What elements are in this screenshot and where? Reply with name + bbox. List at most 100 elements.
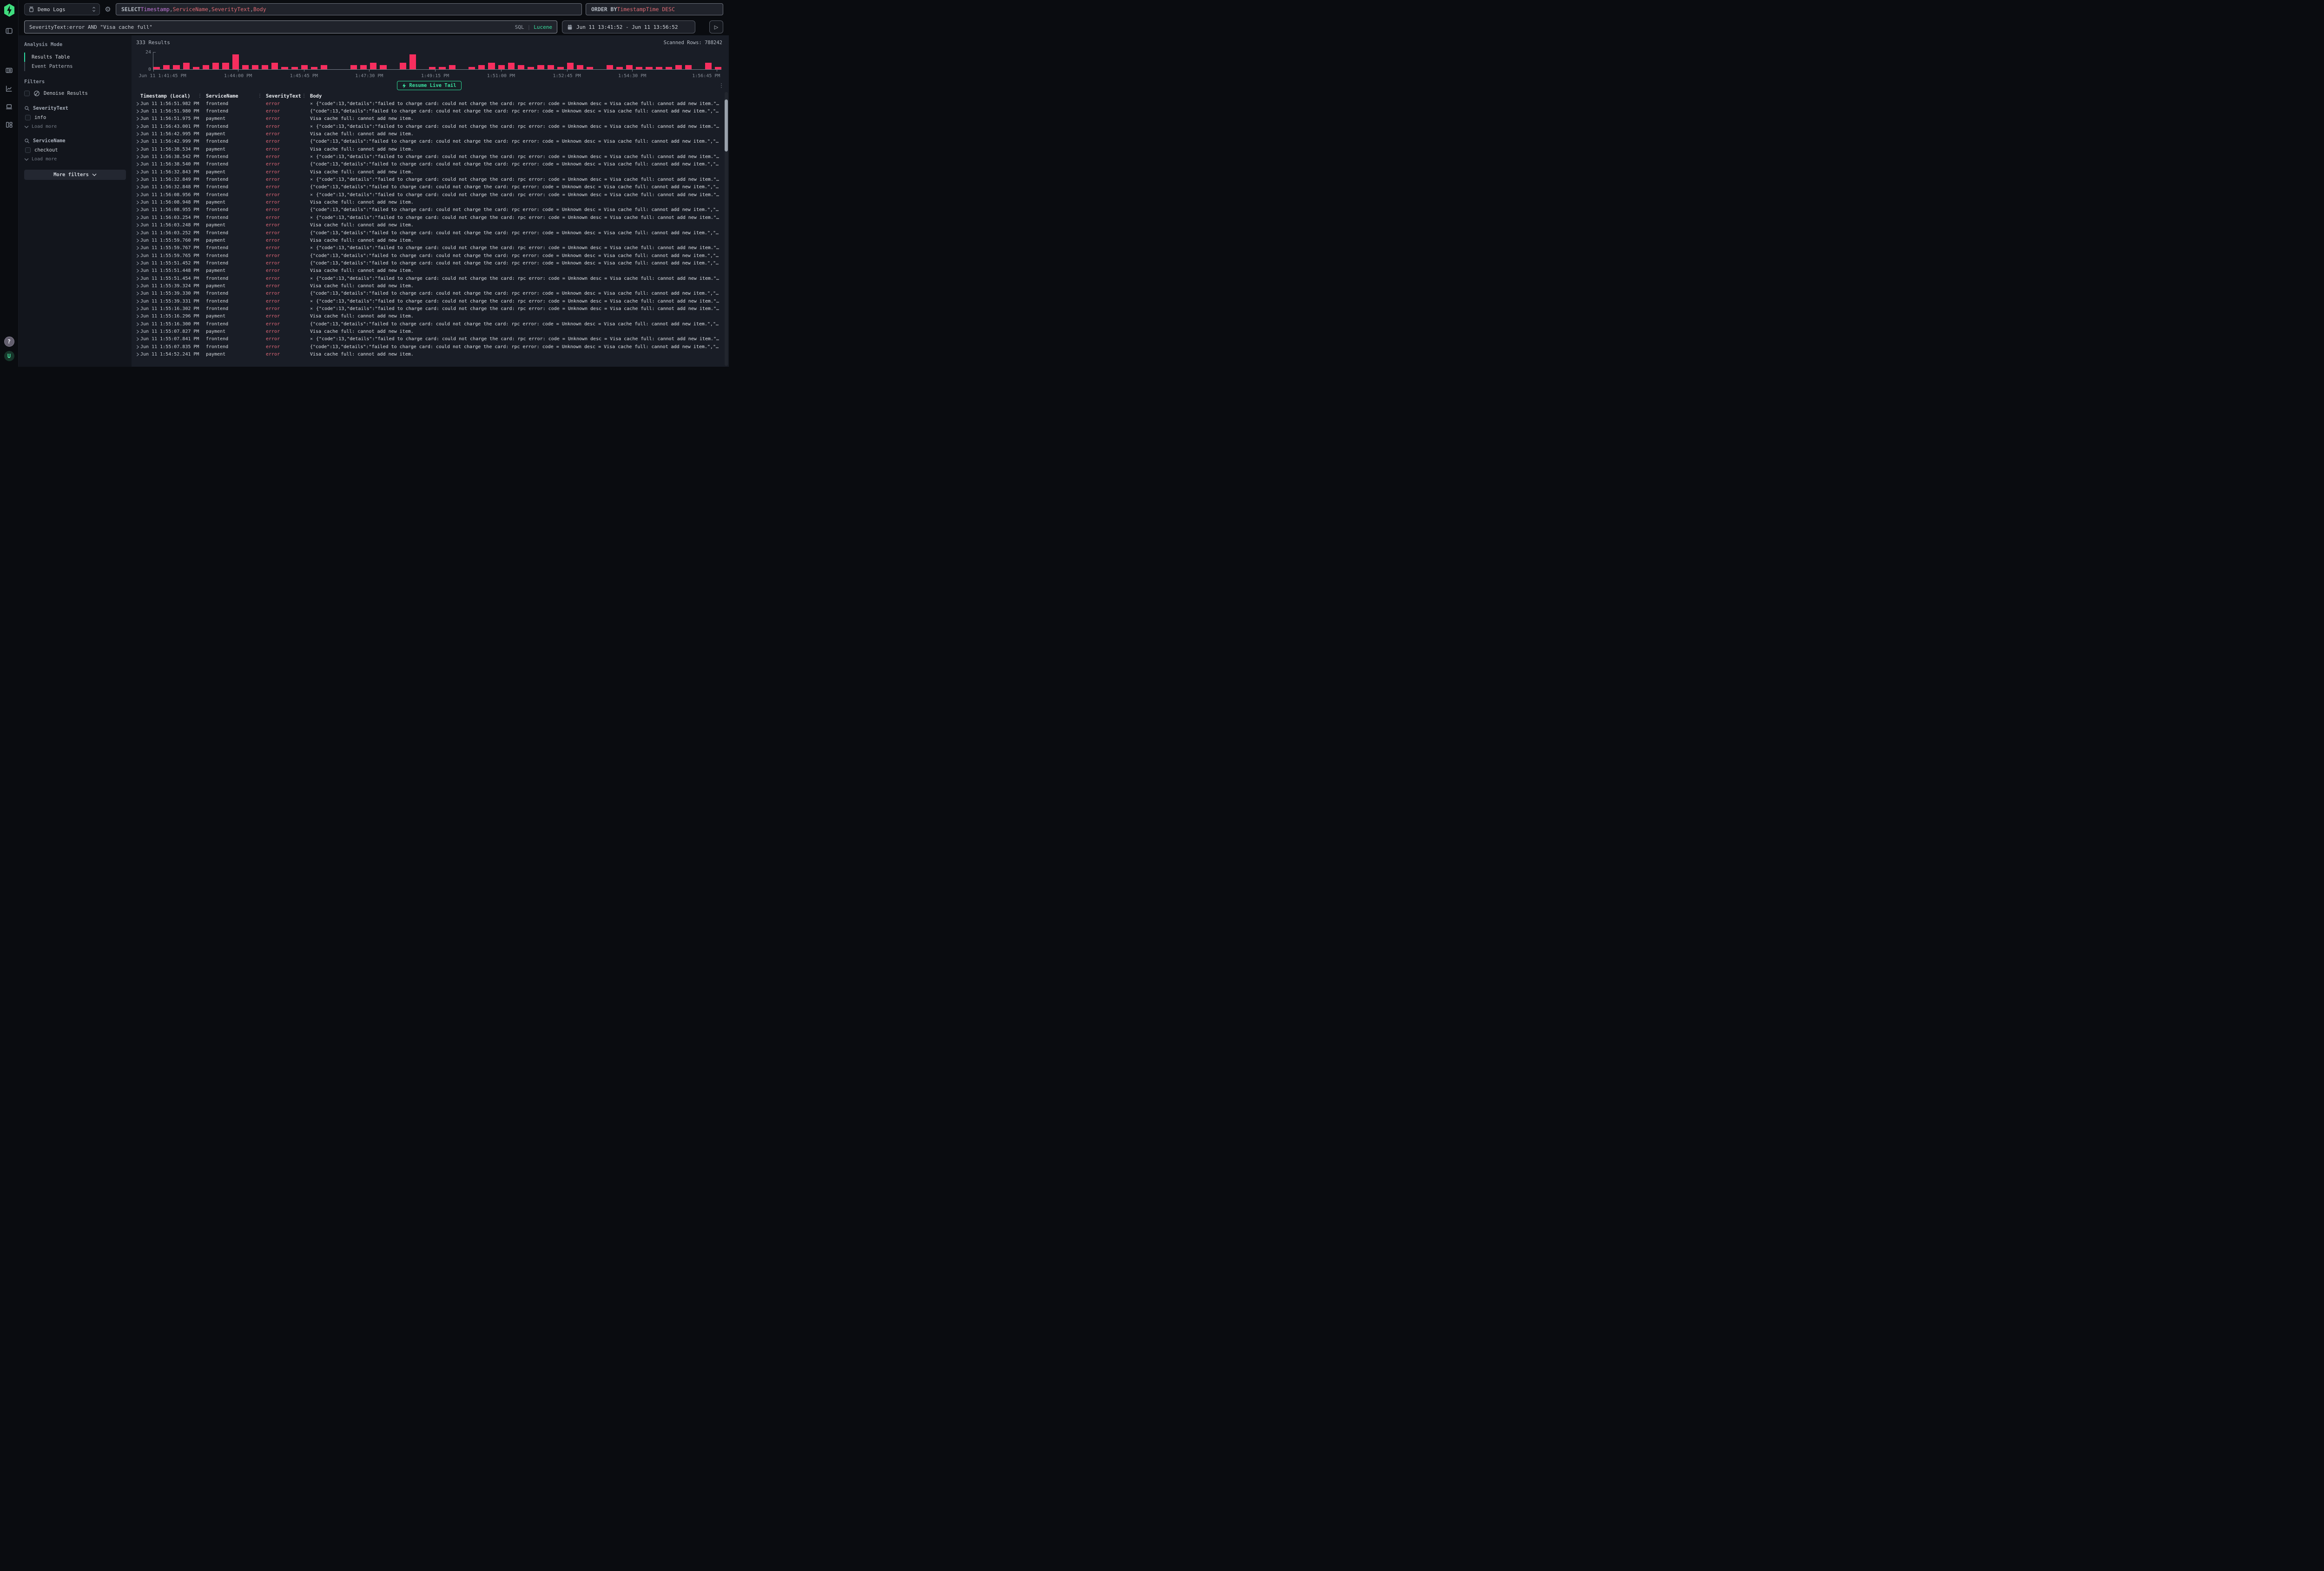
table-row[interactable]: Jun 11 1:56:03.252 PMfrontenderror{"code… xyxy=(136,229,722,237)
histogram-bar[interactable] xyxy=(557,67,564,69)
expand-row-icon[interactable] xyxy=(136,352,140,356)
expand-row-icon[interactable] xyxy=(136,345,140,349)
app-logo-icon[interactable] xyxy=(4,4,15,17)
expand-row-icon[interactable] xyxy=(136,246,140,250)
table-row[interactable]: Jun 11 1:56:51.980 PMfrontenderror{"code… xyxy=(136,107,722,115)
expand-row-icon[interactable] xyxy=(136,109,140,113)
filter-group-header[interactable]: SeverityText xyxy=(24,106,126,111)
histogram-bar[interactable] xyxy=(567,63,574,69)
table-row[interactable]: Jun 11 1:56:43.001 PMfrontenderror×{"cod… xyxy=(136,123,722,130)
expand-row-icon[interactable] xyxy=(136,132,140,136)
histogram-bar[interactable] xyxy=(518,65,524,69)
expand-row-icon[interactable] xyxy=(136,193,140,197)
scrollbar-thumb[interactable] xyxy=(725,99,728,152)
expand-row-icon[interactable] xyxy=(136,231,140,235)
expand-row-icon[interactable] xyxy=(136,269,140,273)
table-row[interactable]: Jun 11 1:55:07.841 PMfrontenderror×{"cod… xyxy=(136,336,722,343)
histogram-bar[interactable] xyxy=(350,65,357,69)
expand-row-icon[interactable] xyxy=(136,299,140,304)
logs-icon[interactable] xyxy=(5,66,13,74)
table-row[interactable]: Jun 11 1:56:51.982 PMfrontenderror×{"cod… xyxy=(136,100,722,107)
expand-row-icon[interactable] xyxy=(136,314,140,318)
dataset-select[interactable]: Demo Logs xyxy=(24,3,100,15)
histogram-bar[interactable] xyxy=(488,63,495,69)
user-avatar[interactable]: U xyxy=(4,351,14,361)
table-row[interactable]: Jun 11 1:55:51.448 PMpaymenterrorVisa ca… xyxy=(136,267,722,275)
histogram-bar[interactable] xyxy=(587,67,593,69)
histogram-bar[interactable] xyxy=(262,65,268,69)
histogram-bar[interactable] xyxy=(370,63,376,69)
analysis-mode-item[interactable]: Event Patterns xyxy=(24,62,126,71)
search-input[interactable]: SeverityText:error AND "Visa cache full"… xyxy=(24,20,557,33)
table-row[interactable]: Jun 11 1:55:39.330 PMfrontenderror{"code… xyxy=(136,290,722,297)
table-row[interactable]: Jun 11 1:55:39.331 PMfrontenderror×{"cod… xyxy=(136,297,722,305)
histogram-bar[interactable] xyxy=(498,65,505,69)
expand-row-icon[interactable] xyxy=(136,284,140,288)
histogram-bar[interactable] xyxy=(193,67,199,69)
histogram-bar[interactable] xyxy=(163,65,170,69)
table-row[interactable]: Jun 11 1:55:07.827 PMpaymenterrorVisa ca… xyxy=(136,328,722,335)
table-row[interactable]: Jun 11 1:55:59.760 PMpaymenterrorVisa ca… xyxy=(136,237,722,244)
expand-row-icon[interactable] xyxy=(136,238,140,243)
table-scrollbar[interactable] xyxy=(725,92,728,366)
table-row[interactable]: Jun 11 1:55:39.324 PMpaymenterrorVisa ca… xyxy=(136,282,722,290)
denoise-checkbox[interactable] xyxy=(24,91,30,96)
histogram-bar[interactable] xyxy=(449,65,456,69)
table-row[interactable]: Jun 11 1:55:16.300 PMfrontenderror{"code… xyxy=(136,320,722,328)
table-row[interactable]: Jun 11 1:55:07.835 PMfrontenderror{"code… xyxy=(136,343,722,350)
filter-group-header[interactable]: ServiceName xyxy=(24,138,126,144)
col-header-timestamp[interactable]: Timestamp (Local)⋮ xyxy=(140,93,206,99)
table-row[interactable]: Jun 11 1:56:42.995 PMpaymenterrorVisa ca… xyxy=(136,130,722,138)
table-row[interactable]: Jun 11 1:56:51.975 PMpaymenterrorVisa ca… xyxy=(136,115,722,123)
expand-row-icon[interactable] xyxy=(136,102,140,106)
expand-row-icon[interactable] xyxy=(136,162,140,166)
expand-row-icon[interactable] xyxy=(136,337,140,341)
histogram-bar[interactable] xyxy=(232,54,239,69)
table-row[interactable]: Jun 11 1:55:51.454 PMfrontenderror×{"cod… xyxy=(136,275,722,282)
histogram-bar[interactable] xyxy=(380,65,386,69)
table-menu-kebab-icon[interactable]: ⋮ xyxy=(719,82,724,89)
load-more[interactable]: Load more xyxy=(24,157,126,162)
mode-lucene[interactable]: Lucene xyxy=(534,24,552,30)
histogram-bar[interactable] xyxy=(675,65,682,69)
expand-row-icon[interactable] xyxy=(136,291,140,296)
table-row[interactable]: Jun 11 1:56:32.849 PMfrontenderror×{"cod… xyxy=(136,176,722,183)
histogram-bar[interactable] xyxy=(281,67,288,69)
run-query-button[interactable]: ▷ xyxy=(709,20,723,33)
table-row[interactable]: Jun 11 1:56:08.955 PMfrontenderror{"code… xyxy=(136,206,722,214)
table-row[interactable]: Jun 11 1:56:42.999 PMfrontenderror{"code… xyxy=(136,138,722,145)
histogram-bar[interactable] xyxy=(616,67,623,69)
expand-row-icon[interactable] xyxy=(136,178,140,182)
table-row[interactable]: Jun 11 1:56:32.843 PMpaymenterrorVisa ca… xyxy=(136,168,722,176)
analysis-mode-item[interactable]: Results Table xyxy=(24,53,126,62)
expand-row-icon[interactable] xyxy=(136,254,140,258)
table-row[interactable]: Jun 11 1:56:38.534 PMpaymenterrorVisa ca… xyxy=(136,145,722,153)
histogram-bar[interactable] xyxy=(429,67,436,69)
col-header-body[interactable]: Body xyxy=(310,93,722,99)
histogram-bar[interactable] xyxy=(607,65,613,69)
histogram-bar[interactable] xyxy=(203,65,209,69)
expand-row-icon[interactable] xyxy=(136,216,140,220)
histogram-bar[interactable] xyxy=(360,65,367,69)
table-row[interactable]: Jun 11 1:56:32.848 PMfrontenderror{"code… xyxy=(136,184,722,191)
table-row[interactable]: Jun 11 1:55:16.296 PMpaymenterrorVisa ca… xyxy=(136,313,722,320)
histogram-bar[interactable] xyxy=(242,65,249,69)
expand-row-icon[interactable] xyxy=(136,330,140,334)
date-range-picker[interactable]: Jun 11 13:41:52 - Jun 11 13:56:52 xyxy=(562,20,695,33)
histogram-bar[interactable] xyxy=(321,65,327,69)
table-row[interactable]: Jun 11 1:55:59.767 PMfrontenderror×{"cod… xyxy=(136,244,722,252)
load-more[interactable]: Load more xyxy=(24,124,126,129)
expand-row-icon[interactable] xyxy=(136,125,140,129)
expand-row-icon[interactable] xyxy=(136,307,140,311)
col-header-severitytext[interactable]: SeverityText⋮ xyxy=(266,93,310,99)
histogram-bar[interactable] xyxy=(577,65,583,69)
histogram-bar[interactable] xyxy=(173,65,179,69)
histogram-bar[interactable] xyxy=(291,67,298,69)
histogram-bar[interactable] xyxy=(508,63,515,69)
more-filters-button[interactable]: More filters xyxy=(24,170,126,180)
histogram-bar[interactable] xyxy=(715,67,721,69)
histogram-bar[interactable] xyxy=(685,65,692,69)
mode-sql[interactable]: SQL xyxy=(515,24,524,30)
filter-checkbox[interactable] xyxy=(25,115,31,120)
histogram-bar[interactable] xyxy=(222,63,229,69)
